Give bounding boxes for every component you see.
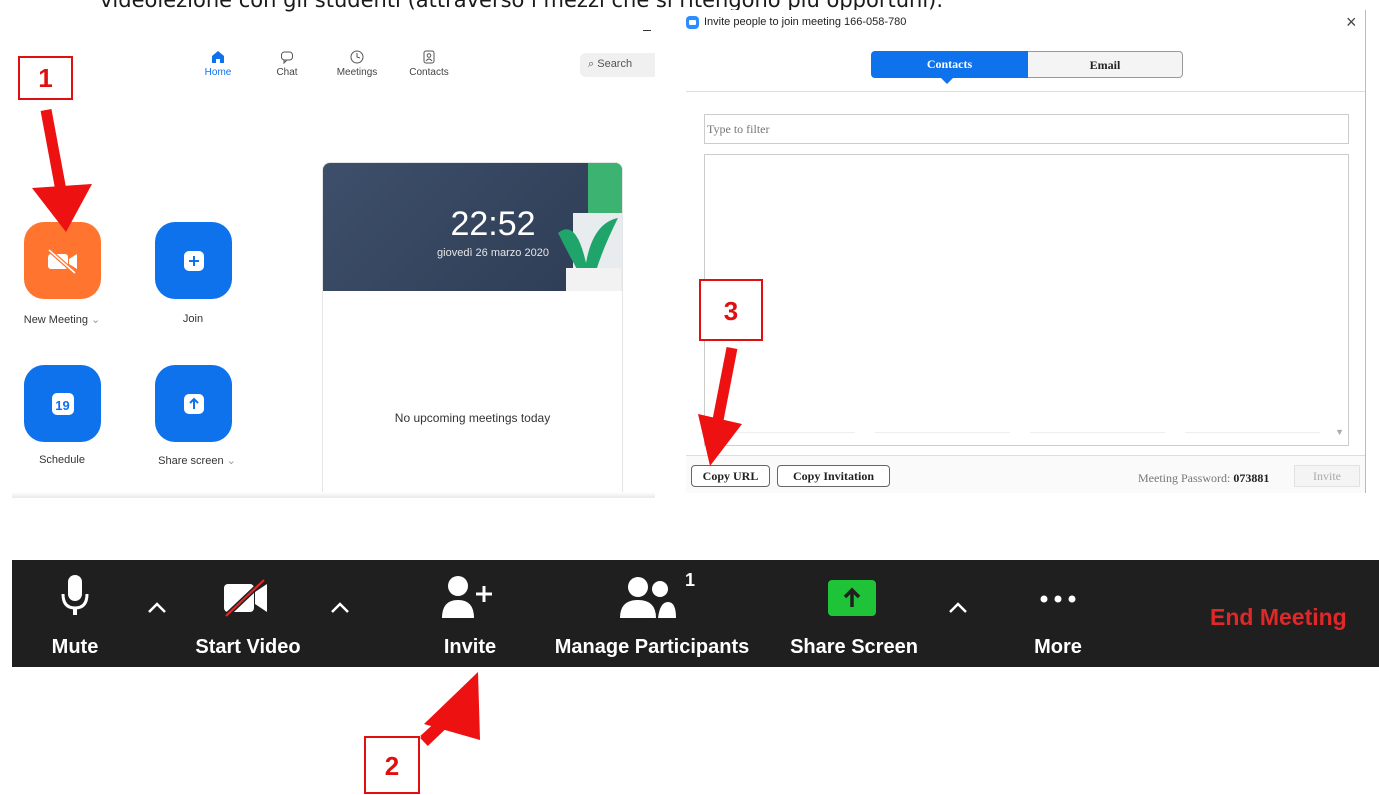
tab-meetings-label: Meetings bbox=[336, 67, 378, 78]
chevron-up-icon[interactable] bbox=[328, 596, 352, 620]
start-video-label: Start Video bbox=[195, 636, 301, 658]
clock-banner: 22:52 giovedì 26 marzo 2020 bbox=[323, 163, 622, 291]
calendar-icon: 19 bbox=[51, 392, 74, 415]
new-meeting-button[interactable] bbox=[24, 222, 101, 299]
tab-contacts[interactable]: Contacts bbox=[399, 50, 459, 78]
share-screen-icon bbox=[828, 580, 876, 616]
step-1-label: 1 bbox=[18, 56, 73, 100]
join-label: Join bbox=[182, 313, 204, 325]
tab-meetings[interactable]: Meetings bbox=[327, 50, 387, 78]
minimize-icon[interactable] bbox=[643, 30, 651, 31]
video-off-icon bbox=[47, 248, 77, 274]
tab-chat[interactable]: Chat bbox=[257, 50, 317, 78]
meeting-password: Meeting Password: 073881 bbox=[1138, 471, 1269, 486]
invite-label: Invite bbox=[443, 636, 497, 658]
share-arrow-icon bbox=[183, 393, 204, 414]
add-person-icon bbox=[442, 576, 492, 618]
plus-icon bbox=[183, 250, 204, 271]
contacts-icon bbox=[423, 50, 435, 64]
contacts-list[interactable]: ▼ bbox=[704, 154, 1349, 446]
manage-participants-label: Manage Participants bbox=[554, 636, 750, 658]
invite-dialog: Invite people to join meeting 166-058-78… bbox=[686, 10, 1366, 493]
chat-icon bbox=[281, 51, 293, 64]
scroll-down-icon[interactable]: ▼ bbox=[1335, 427, 1344, 437]
arrow-2 bbox=[420, 713, 452, 745]
arrow-2-shaft bbox=[420, 696, 472, 746]
filter-input[interactable] bbox=[704, 114, 1349, 144]
list-divider bbox=[1030, 432, 1165, 433]
zoom-home-window: Home Chat Meetings Contacts ⌕ Search New… bbox=[12, 38, 655, 498]
tab-home-label: Home bbox=[204, 67, 232, 78]
share-screen-home-label: Share screen ⌄ bbox=[158, 455, 236, 467]
share-screen-label: Share Screen bbox=[790, 636, 918, 658]
dialog-title: Invite people to join meeting 166-058-78… bbox=[704, 16, 907, 28]
upcoming-card: 22:52 giovedì 26 marzo 2020 No upcoming … bbox=[322, 162, 623, 498]
participants-icon bbox=[620, 577, 676, 618]
password-label: Meeting Password: bbox=[1138, 471, 1231, 485]
tab-chat-label: Chat bbox=[276, 67, 298, 78]
invite-send-button[interactable]: Invite bbox=[1294, 465, 1360, 487]
copy-invitation-button[interactable]: Copy Invitation bbox=[777, 465, 890, 487]
list-divider bbox=[1185, 432, 1320, 433]
share-screen-home-button[interactable] bbox=[155, 365, 232, 442]
search-icon: ⌕ bbox=[588, 58, 595, 70]
close-icon[interactable]: × bbox=[1346, 12, 1357, 33]
list-divider bbox=[875, 432, 1010, 433]
dialog-footer: Copy URL Copy Invitation Meeting Passwor… bbox=[686, 455, 1365, 493]
end-meeting-button[interactable]: End Meeting bbox=[1210, 604, 1347, 631]
chevron-up-icon[interactable] bbox=[145, 596, 169, 620]
arrowhead-2 bbox=[424, 672, 480, 740]
clock-date: giovedì 26 marzo 2020 bbox=[437, 247, 549, 259]
mute-label: Mute bbox=[51, 636, 99, 658]
step-3-label: 3 bbox=[699, 279, 763, 341]
no-meetings-text: No upcoming meetings today bbox=[394, 411, 551, 425]
participant-count: 1 bbox=[685, 570, 696, 590]
clock-time: 22:52 bbox=[450, 205, 536, 243]
list-divider bbox=[720, 432, 855, 433]
home-icon bbox=[212, 51, 224, 63]
microphone-icon bbox=[61, 575, 89, 615]
chevron-down-icon[interactable]: ⌄ bbox=[91, 314, 100, 326]
clock-icon bbox=[350, 50, 364, 64]
chevron-up-icon[interactable] bbox=[946, 596, 970, 620]
search-label: Search bbox=[597, 58, 633, 70]
new-meeting-label: New Meeting ⌄ bbox=[23, 314, 101, 326]
ellipsis-icon bbox=[1040, 595, 1076, 603]
panel-bottom-edge bbox=[12, 492, 655, 498]
search-input[interactable]: ⌕ Search bbox=[580, 53, 655, 77]
password-value: 073881 bbox=[1233, 471, 1270, 485]
schedule-button[interactable]: 19 bbox=[24, 365, 101, 442]
tab-contacts-invite[interactable]: Contacts bbox=[871, 51, 1028, 84]
more-label: More bbox=[1034, 636, 1082, 658]
chevron-down-icon[interactable]: ⌄ bbox=[227, 455, 236, 467]
copy-url-button[interactable]: Copy URL bbox=[691, 465, 770, 487]
dialog-tabs: Contacts Email bbox=[686, 38, 1365, 92]
zoom-logo-icon bbox=[686, 16, 699, 29]
meeting-toolbar: Mute Start Video Invite 1 Manage Partici… bbox=[12, 560, 1379, 667]
schedule-label: Schedule bbox=[39, 454, 85, 466]
step-2-label: 2 bbox=[364, 736, 420, 794]
tab-contacts-label: Contacts bbox=[409, 67, 449, 78]
join-button[interactable] bbox=[155, 222, 232, 299]
tab-email-invite[interactable]: Email bbox=[1028, 51, 1183, 78]
tab-home[interactable]: Home bbox=[188, 50, 248, 78]
video-off-icon bbox=[224, 578, 267, 618]
